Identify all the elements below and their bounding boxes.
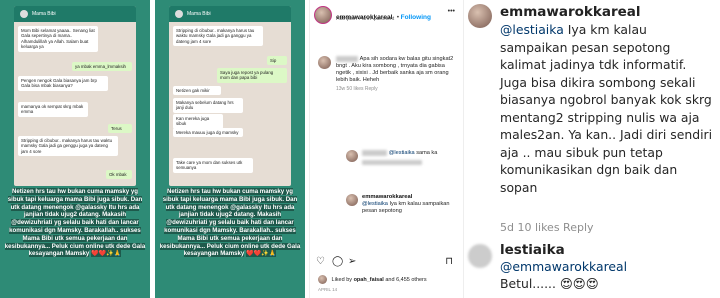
instagram-post: emmawarokkareal • Following Hampton Park… <box>309 0 459 298</box>
chat-bubble: Stripping di cibubur.. makanya harus tau… <box>18 136 118 157</box>
comment-meta: 5d 10 likes Reply <box>500 221 594 234</box>
chat-bubble: Terus <box>108 124 132 134</box>
story-panel-1: Mama Bibi Mom Bibi selamat yaaaa.. Senan… <box>0 0 150 298</box>
redacted-meta <box>362 160 422 165</box>
chat-bubble: Mom Bibi selamat yaaaa.. Senang liat Gal… <box>18 26 98 52</box>
comment-icon[interactable]: ◯ <box>332 256 343 267</box>
reply-text: Betul...... <box>500 276 556 291</box>
avatar[interactable] <box>468 4 492 28</box>
reply-mention: @emmawarokkareal <box>500 258 627 276</box>
share-icon[interactable]: ➢ <box>348 256 356 267</box>
chat-bubble: Kan mereka juga sibuk <box>173 114 223 129</box>
chat-bubble: Netizen gak mikir <box>173 86 221 96</box>
chat-header: Mama Bibi <box>14 6 136 22</box>
comment: xxxxxxxx Apa sih sodara kw balas gitu si… <box>318 56 456 93</box>
bookmark-icon[interactable]: ⊓ <box>445 256 453 267</box>
chat-bubble: Pengen nengok Gala biasanya jam brp Gala… <box>18 76 108 91</box>
chat-bubble: Sip <box>267 56 287 66</box>
chat-bubble: Mereka mauuu juga dg mamsky <box>173 128 243 138</box>
more-options-icon[interactable]: ••• <box>448 8 455 15</box>
chat-screenshot-2: Mama Bibi Stripping di cibubur.. makanya… <box>169 6 291 186</box>
mention-link[interactable]: @lestiaika <box>362 201 388 207</box>
comment-meta: 13w 50 likes Reply <box>336 86 378 92</box>
chat-header: Mama Bibi <box>169 6 291 22</box>
comment-text: sama ka <box>416 150 438 156</box>
avatar[interactable] <box>346 150 358 162</box>
story-caption: Netizen hrs tau hw bukan cuma mamsky yg … <box>159 188 301 258</box>
post-location[interactable]: Hampton Park Apartment <box>336 16 394 22</box>
comment-body: @lestiaika Iya km kalau sampaikan pesan … <box>500 21 716 196</box>
zoomed-comment-panel: emmawarokkareal @lestiaika Iya km kalau … <box>463 0 720 298</box>
comment-text: Iya km kalau sampaikan pesan sepotong ka… <box>500 22 713 195</box>
redacted-username: xxxxxxxx <box>336 56 359 62</box>
comment-username[interactable]: emmawarokkareal <box>362 194 458 201</box>
redacted-username: xxxxxxxxx <box>362 150 388 156</box>
screenshot-collage: Mama Bibi Mom Bibi selamat yaaaa.. Senan… <box>0 0 720 298</box>
chat-name: Mama Bibi <box>187 11 211 17</box>
story-caption: Netizen hrs tau hw bukan cuma mamsky yg … <box>4 188 146 258</box>
chat-avatar <box>175 10 183 18</box>
mention-link[interactable]: @lestiaika <box>389 150 415 156</box>
chat-avatar <box>20 10 28 18</box>
avatar[interactable] <box>318 56 331 69</box>
chat-bubble: Take care ya mom dan sukses utk semuanya <box>173 158 253 173</box>
liked-by-user[interactable]: opah_faisal <box>354 277 384 283</box>
avatar[interactable] <box>346 194 358 206</box>
chat-bubble: Stripping di cibubur.. makanya harus tau… <box>173 26 263 47</box>
reply-emoji: 😍😍😍 <box>559 276 599 291</box>
chat-name: Mama Bibi <box>32 11 56 17</box>
chat-bubble: Ok mbak <box>106 170 132 180</box>
chat-bubble: Makanya sebelum datang hrs janji dulu <box>173 98 243 113</box>
avatar[interactable] <box>314 6 332 24</box>
mention-link[interactable]: @emmawarokkareal <box>500 259 627 274</box>
post-date: APRIL 14 <box>318 287 338 292</box>
story-panel-2: Mama Bibi Stripping di cibubur.. makanya… <box>155 0 305 298</box>
heart-icon[interactable]: ♡ <box>316 256 325 267</box>
follow-button[interactable]: Following <box>401 14 431 21</box>
likes-summary[interactable]: Liked by opah_faisal and 6,455 others <box>318 275 427 284</box>
chat-bubble: mamanya ok sempat skrg mbak emma <box>18 102 88 117</box>
reply-body: Betul...... 😍😍😍 <box>500 275 599 293</box>
comment-reply: emmawarokkareal @lestiaika Iya km kalau … <box>346 194 458 215</box>
chat-screenshot-1: Mama Bibi Mom Bibi selamat yaaaa.. Senan… <box>14 6 136 186</box>
reply-username[interactable]: lestiaika <box>500 242 565 258</box>
comment-username[interactable]: emmawarokkareal <box>500 4 641 20</box>
chat-bubble: ya mbak emma_lmmaksih <box>72 62 132 72</box>
chat-bubble: Saya juga repost ya pulang mom dan papa … <box>217 68 287 83</box>
redacted-avatar <box>468 244 492 268</box>
avatar <box>318 275 327 284</box>
mention-link[interactable]: @lestiaika <box>500 22 564 37</box>
comment-reply: xxxxxxxxx @lestiaika sama ka <box>346 150 458 165</box>
